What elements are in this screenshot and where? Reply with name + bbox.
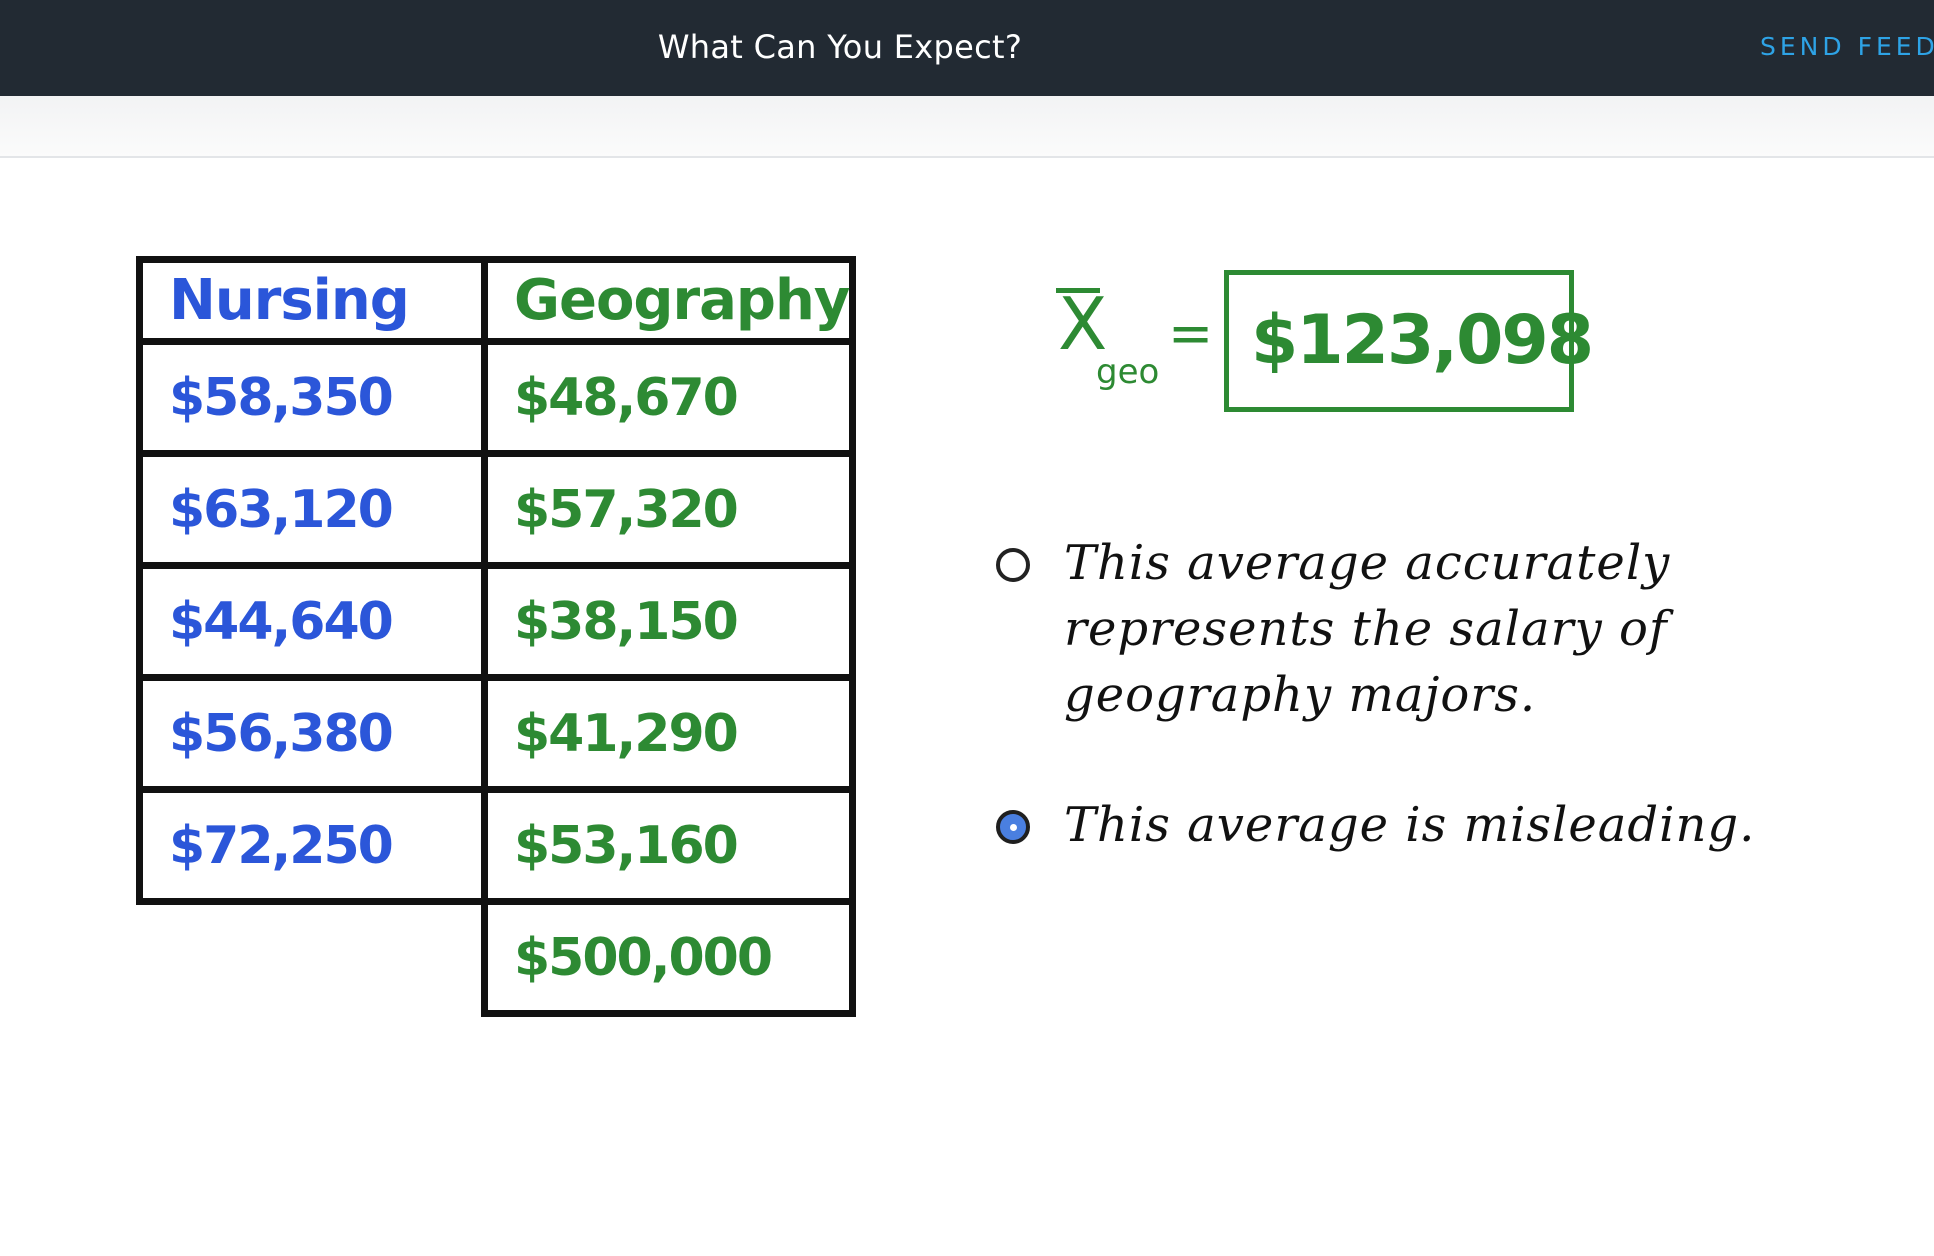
- option-label: This average is misleading.: [1064, 797, 1756, 853]
- geography-salary-cell: $38,150: [480, 562, 857, 681]
- geography-outlier-cell: $500,000: [480, 898, 857, 1017]
- radio-button-checked[interactable]: [996, 810, 1030, 844]
- table-row: $72,250 $53,160: [136, 786, 857, 905]
- sub-toolbar: [0, 96, 1934, 158]
- nursing-salary-cell: $56,380: [136, 674, 488, 793]
- column-header-nursing: Nursing: [136, 256, 488, 345]
- table-row: $44,640 $38,150: [136, 562, 857, 681]
- send-feedback-button[interactable]: SEND FEEDBACK: [1760, 0, 1934, 96]
- nursing-salary-cell: $72,250: [136, 786, 488, 905]
- column-header-geography: Geography: [480, 256, 857, 345]
- table-header-row: Nursing Geography: [136, 256, 857, 345]
- option-misleading[interactable]: This average is misleading.: [996, 792, 1896, 858]
- mean-symbol: X: [1058, 282, 1108, 366]
- empty-cell: [139, 898, 485, 1014]
- page-title: What Can You Expect?: [657, 28, 1023, 66]
- geography-salary-cell: $41,290: [480, 674, 857, 793]
- salary-table: Nursing Geography $58,350 $48,670 $63,12…: [136, 256, 857, 1017]
- quiz-options: This average accurately represents the s…: [996, 530, 1896, 858]
- geography-salary-cell: $53,160: [480, 786, 857, 905]
- geography-salary-cell: $57,320: [480, 450, 857, 569]
- mean-subscript: geo: [1096, 352, 1160, 392]
- mean-formula: X geo = $123,098: [1052, 268, 1594, 418]
- lesson-video-frame: Nursing Geography $58,350 $48,670 $63,12…: [0, 158, 1934, 1256]
- equals-sign: =: [1168, 302, 1214, 365]
- nursing-salary-cell: $58,350: [136, 338, 488, 457]
- nursing-salary-cell: $63,120: [136, 450, 488, 569]
- option-label: This average accurately represents the s…: [1064, 535, 1671, 723]
- table-row: $500,000: [139, 898, 857, 1017]
- table-row: $58,350 $48,670: [136, 338, 857, 457]
- nursing-salary-cell: $44,640: [136, 562, 488, 681]
- salary-grid: Nursing Geography $58,350 $48,670 $63,12…: [136, 256, 857, 1017]
- table-row: $56,380 $41,290: [136, 674, 857, 793]
- mean-value-box: $123,098: [1224, 270, 1594, 412]
- table-row: $63,120 $57,320: [136, 450, 857, 569]
- top-bar: What Can You Expect? SEND FEEDBACK: [0, 0, 1934, 96]
- geography-salary-cell: $48,670: [480, 338, 857, 457]
- radio-button-unchecked[interactable]: [996, 548, 1030, 582]
- option-accurate[interactable]: This average accurately represents the s…: [996, 530, 1896, 728]
